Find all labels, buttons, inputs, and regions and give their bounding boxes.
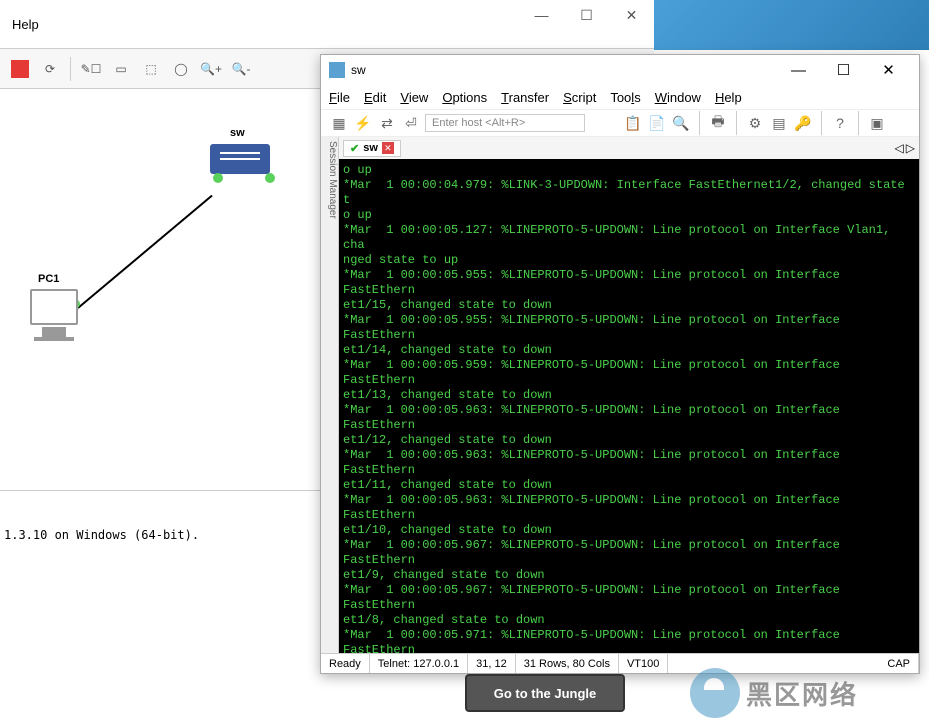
- reload-button[interactable]: ⟳: [36, 55, 64, 83]
- session-icon[interactable]: ▦: [329, 113, 349, 133]
- reconnect-icon[interactable]: ⇄: [377, 113, 397, 133]
- menu-help[interactable]: Help: [715, 90, 742, 105]
- view-icon[interactable]: ▣: [867, 113, 887, 133]
- status-cursor-pos: 31, 12: [468, 654, 516, 673]
- switch-device[interactable]: [210, 144, 270, 174]
- menu-transfer[interactable]: Transfer: [501, 90, 549, 105]
- crt-toolbar: ▦ ⚡ ⇄ ⏎ Enter host <Alt+R> 📋 📄 🔍 🖶 ⚙ ▤ 🔑…: [321, 109, 919, 137]
- copy-icon[interactable]: 📋: [623, 113, 643, 133]
- close-button[interactable]: ✕: [609, 0, 654, 30]
- tab-connected-icon: ✔: [350, 142, 359, 155]
- menu-script[interactable]: Script: [563, 90, 596, 105]
- crt-close-button[interactable]: ✕: [866, 56, 911, 84]
- crt-titlebar[interactable]: sw — ☐ ✕: [321, 55, 919, 85]
- key-icon[interactable]: 🔑: [793, 113, 813, 133]
- zoom-out-button[interactable]: 🔍-: [227, 55, 255, 83]
- menu-window[interactable]: Window: [655, 90, 701, 105]
- menu-file[interactable]: File: [329, 90, 350, 105]
- crt-maximize-button[interactable]: ☐: [821, 56, 866, 84]
- desktop-background: [654, 0, 929, 50]
- terminal-output[interactable]: o up *Mar 1 00:00:04.979: %LINK-3-UPDOWN…: [339, 159, 919, 653]
- zoom-in-button[interactable]: 🔍+: [197, 55, 225, 83]
- gns3-menubar: Help — ☐ ✕: [0, 0, 654, 49]
- note-button[interactable]: ✎☐: [77, 55, 105, 83]
- rect-button[interactable]: ⬚: [137, 55, 165, 83]
- menu-edit[interactable]: Edit: [364, 90, 386, 105]
- menu-view[interactable]: View: [400, 90, 428, 105]
- switch-label: sw: [230, 127, 245, 139]
- crt-window: sw — ☐ ✕ File Edit View Options Transfer…: [320, 54, 920, 674]
- host-input[interactable]: Enter host <Alt+R>: [425, 114, 585, 132]
- crt-menubar: File Edit View Options Transfer Script T…: [321, 85, 919, 109]
- menu-help[interactable]: Help: [0, 11, 51, 38]
- gns3-version-text: 1.3.10 on Windows (64-bit).: [0, 524, 203, 546]
- status-emulation: VT100: [619, 654, 668, 673]
- go-to-jungle-button[interactable]: Go to the Jungle: [465, 674, 625, 712]
- help-icon[interactable]: ?: [830, 113, 850, 133]
- ellipse-button[interactable]: ◯: [167, 55, 195, 83]
- tab-bar: ✔ sw ✕ ◁ ▷: [339, 137, 919, 159]
- disconnect-icon[interactable]: ⏎: [401, 113, 421, 133]
- network-link[interactable]: [77, 195, 212, 309]
- minimize-button[interactable]: —: [519, 0, 564, 30]
- menu-tools[interactable]: Tools: [610, 90, 640, 105]
- maximize-button[interactable]: ☐: [564, 0, 609, 30]
- gns3-status-separator: [0, 490, 320, 499]
- session-manager-panel[interactable]: Session Manager: [321, 137, 339, 653]
- status-dimensions: 31 Rows, 80 Cols: [516, 654, 619, 673]
- tab-close-icon[interactable]: ✕: [382, 142, 394, 154]
- tab-label: sw: [363, 142, 378, 154]
- paste-icon[interactable]: 📄: [647, 113, 667, 133]
- menu-options[interactable]: Options: [442, 90, 487, 105]
- stop-button[interactable]: [6, 55, 34, 83]
- status-ready: Ready: [321, 654, 370, 673]
- options-icon[interactable]: ⚙: [745, 113, 765, 133]
- quick-connect-icon[interactable]: ⚡: [353, 113, 373, 133]
- link-port-sw-right: [265, 173, 275, 183]
- watermark: 黑区网络: [690, 668, 920, 718]
- tab-prev-icon[interactable]: ◁: [895, 141, 904, 155]
- link-port-sw-left: [213, 173, 223, 183]
- crt-app-icon: [329, 62, 345, 78]
- image-button[interactable]: ▭: [107, 55, 135, 83]
- session-tab[interactable]: ✔ sw ✕: [343, 140, 401, 157]
- pc-label: PC1: [38, 273, 59, 285]
- status-connection: Telnet: 127.0.0.1: [370, 654, 468, 673]
- crt-title-text: sw: [351, 63, 776, 77]
- crt-minimize-button[interactable]: —: [776, 56, 821, 84]
- tab-next-icon[interactable]: ▷: [906, 141, 915, 155]
- session-options-icon[interactable]: ▤: [769, 113, 789, 133]
- watermark-text: 黑区网络: [746, 675, 858, 712]
- watermark-icon: [690, 668, 740, 718]
- pc-device[interactable]: [30, 289, 78, 341]
- print-icon[interactable]: 🖶: [708, 113, 728, 133]
- find-icon[interactable]: 🔍: [671, 113, 691, 133]
